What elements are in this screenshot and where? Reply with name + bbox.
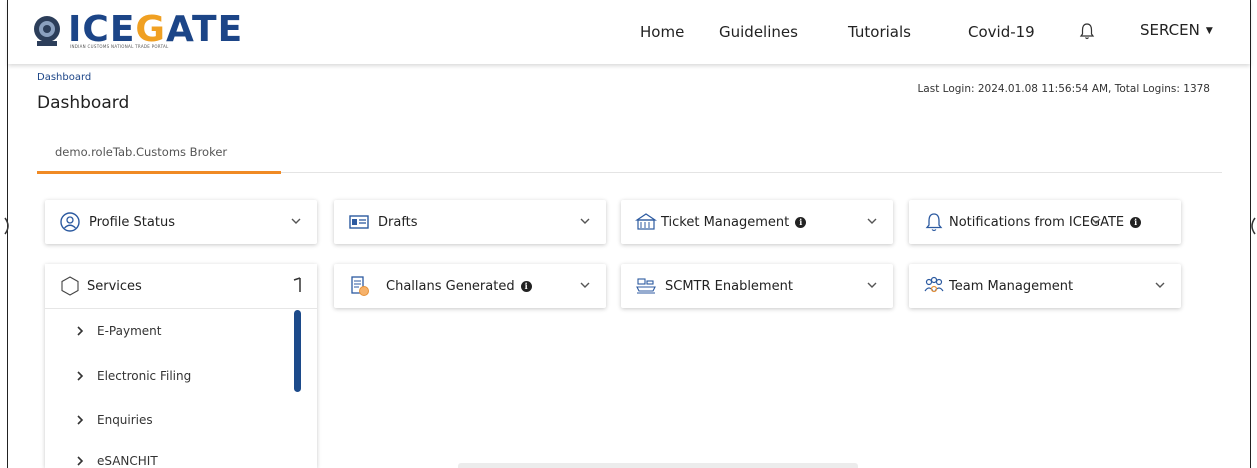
- services-title: Services: [87, 278, 142, 294]
- service-item-e-payment[interactable]: E-Payment: [75, 324, 161, 338]
- services-header[interactable]: Services: [45, 264, 317, 309]
- app-window: ICEGATE INDIAN CUSTOMS NATIONAL TRADE PO…: [4, 0, 1256, 468]
- card-label: Notifications from ICEGATE i: [949, 215, 1142, 230]
- chevron-down-icon[interactable]: [289, 214, 303, 228]
- service-item-label: E-Payment: [97, 324, 162, 338]
- bell-icon[interactable]: [1079, 22, 1095, 40]
- service-item-label: eSANCHIT: [97, 454, 158, 468]
- service-item-label: Enquiries: [97, 413, 153, 427]
- expand-handle-icon[interactable]: [1248, 217, 1256, 235]
- building-icon: [635, 213, 657, 230]
- caret-down-icon: ▼: [1205, 25, 1213, 36]
- tab-customs-broker[interactable]: demo.roleTab.Customs Broker: [37, 130, 281, 174]
- bottom-overlay-bar: [458, 463, 858, 468]
- port-icon: [636, 278, 656, 294]
- team-management-card[interactable]: Team Management: [909, 264, 1181, 308]
- icegate-logo[interactable]: ICEGATE INDIAN CUSTOMS NATIONAL TRADE PO…: [32, 8, 242, 56]
- notifications-card[interactable]: Notifications from ICEGATE i: [909, 200, 1181, 244]
- chevron-down-icon[interactable]: [578, 278, 592, 292]
- card-label-text: Ticket Management: [661, 214, 790, 230]
- service-item-electronic-filing[interactable]: Electronic Filing: [75, 369, 191, 383]
- last-login-info: Last Login: 2024.01.08 11:56:54 AM, Tota…: [917, 83, 1210, 95]
- scmtr-enablement-card[interactable]: SCMTR Enablement: [621, 264, 893, 308]
- user-name: SERCEN: [1140, 21, 1200, 39]
- chevron-right-icon: [77, 326, 84, 336]
- logo-subtitle: INDIAN CUSTOMS NATIONAL TRADE PORTAL: [70, 44, 169, 49]
- service-item-enquiries[interactable]: Enquiries: [75, 413, 153, 427]
- service-item-esanchit[interactable]: eSANCHIT: [75, 454, 158, 468]
- team-icon: [924, 276, 944, 293]
- user-circle-icon: [60, 212, 80, 232]
- chevron-right-icon: [77, 415, 84, 425]
- user-menu[interactable]: SERCEN ▼: [1140, 21, 1213, 39]
- nav-tutorials[interactable]: Tutorials: [848, 23, 911, 41]
- services-panel: Services E-Payment Electronic Filing Enq…: [45, 264, 317, 468]
- chevron-right-icon: [77, 456, 84, 466]
- chevron-down-icon[interactable]: [865, 278, 879, 292]
- card-label: Team Management: [949, 278, 1074, 294]
- profile-status-card[interactable]: Profile Status: [45, 200, 317, 244]
- challans-generated-card[interactable]: Challans Generated i: [334, 264, 606, 308]
- drafts-card[interactable]: Drafts: [334, 200, 606, 244]
- top-header: ICEGATE INDIAN CUSTOMS NATIONAL TRADE PO…: [8, 0, 1250, 64]
- collapse-handle-icon[interactable]: [4, 217, 12, 235]
- nav-home[interactable]: Home: [640, 23, 684, 41]
- drafts-icon: [349, 215, 369, 229]
- emblem-icon: [34, 16, 60, 46]
- chevron-right-icon: [77, 371, 84, 381]
- receipt-icon: [351, 276, 369, 296]
- card-label: Profile Status: [89, 214, 175, 230]
- bell-icon: [925, 213, 943, 232]
- card-label: SCMTR Enablement: [665, 278, 793, 294]
- pin-icon[interactable]: [291, 276, 305, 294]
- info-icon[interactable]: i: [520, 280, 532, 292]
- card-label: Drafts: [378, 214, 418, 230]
- card-label-text: Challans Generated: [386, 278, 515, 294]
- chevron-down-icon[interactable]: [1153, 278, 1167, 292]
- page-title: Dashboard: [37, 93, 130, 113]
- card-label: Challans Generated i: [386, 279, 532, 294]
- chevron-down-icon[interactable]: [1089, 214, 1103, 228]
- scrollbar-thumb[interactable]: [294, 310, 301, 392]
- nav-guidelines[interactable]: Guidelines: [719, 23, 798, 41]
- chevron-down-icon[interactable]: [865, 214, 879, 228]
- chevron-down-icon[interactable]: [578, 214, 592, 228]
- info-icon[interactable]: i: [1130, 216, 1142, 228]
- services-hexagon-icon: [61, 276, 79, 296]
- nav-covid-19[interactable]: Covid-19: [968, 23, 1035, 41]
- card-label: Ticket Management i: [661, 214, 807, 230]
- info-icon[interactable]: i: [795, 216, 807, 228]
- service-item-label: Electronic Filing: [97, 369, 192, 383]
- ticket-management-card[interactable]: Ticket Management i: [621, 200, 893, 244]
- breadcrumb[interactable]: Dashboard: [37, 72, 91, 83]
